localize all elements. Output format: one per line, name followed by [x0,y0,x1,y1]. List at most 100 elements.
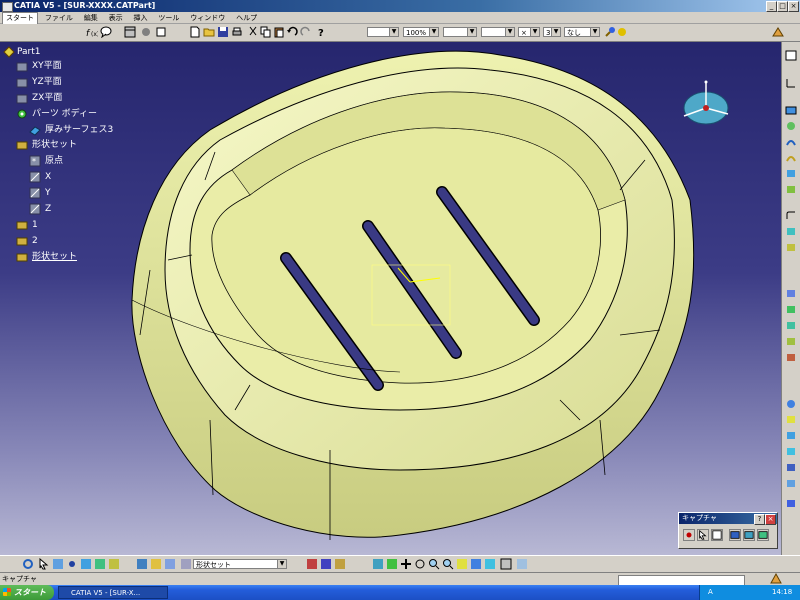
refresh-icon[interactable] [22,558,34,570]
pad-icon[interactable] [785,104,797,115]
capture-graph-button[interactable] [757,529,769,541]
boolean-icon[interactable] [785,398,797,409]
groove-icon[interactable] [785,152,797,163]
redo-icon[interactable] [300,26,312,38]
workbench-dropdown[interactable]: 形状セット ▼ [193,559,287,569]
tree-part-body[interactable]: パーツ ボディー [32,108,97,120]
tree-icon[interactable] [52,558,64,570]
cut-icon[interactable] [247,26,259,38]
zoom-dropdown[interactable]: 100% ▼ [403,27,439,37]
tree-part1[interactable]: Part1 [17,46,41,58]
fly-mode-icon[interactable] [372,558,384,570]
mirror-icon[interactable] [785,320,797,331]
capture-options-button[interactable] [711,529,723,541]
geometric-set-icon[interactable] [16,219,28,231]
start-button[interactable]: スタート [0,585,54,600]
rib-icon[interactable] [785,184,797,195]
fit-all-icon[interactable] [386,558,398,570]
save-icon[interactable] [217,26,229,38]
constraint-icon[interactable] [785,478,797,489]
tree-thick-surface[interactable]: 厚みサーフェス3 [45,124,113,136]
minimize-button[interactable]: _ [766,1,777,12]
shading-icon[interactable] [500,558,512,570]
tree-zx-plane[interactable]: ZX平面 [32,92,62,104]
menu-file[interactable]: ファイル [41,13,77,24]
plane-icon[interactable] [16,61,28,73]
split-icon[interactable] [785,414,797,425]
geometric-set-tool-icon[interactable] [136,558,148,570]
new-file-icon[interactable] [189,26,201,38]
tree-y-axis[interactable]: Y [45,187,51,199]
menu-view[interactable]: 表示 [105,13,127,24]
line-icon[interactable] [29,171,41,183]
maximize-button[interactable]: □ [777,1,788,12]
workobject-icon[interactable] [180,558,192,570]
color-dropdown[interactable]: ▼ [367,27,399,37]
hide-icon[interactable] [306,558,318,570]
thickness-icon[interactable] [785,304,797,315]
axis-icon[interactable] [785,78,797,89]
geometric-set-icon[interactable] [16,251,28,263]
shaft-icon[interactable] [785,136,797,147]
tree-origin[interactable]: 原点 [45,155,63,167]
swap-visible-space-icon[interactable] [334,558,346,570]
multi-view-icon[interactable] [470,558,482,570]
tree-z-axis[interactable]: Z [45,203,51,215]
paint-brush-icon[interactable] [604,26,616,38]
draft-icon[interactable] [785,242,797,253]
formula-icon[interactable]: f(x) [86,26,98,38]
menu-tools[interactable]: ツール [154,13,183,24]
tree-yz-plane[interactable]: YZ平面 [32,76,62,88]
linestyle-dropdown[interactable]: ▼ [481,27,515,37]
part-icon[interactable] [3,46,15,58]
annotation-icon[interactable] [785,498,797,509]
layer-tool-icon[interactable] [164,558,176,570]
pocket-icon[interactable] [785,120,797,131]
close-button[interactable]: × [788,1,799,12]
paste-icon[interactable] [273,26,285,38]
sketch-icon[interactable] [155,26,167,38]
taskbar-catia-item[interactable]: CATIA V5 - [SUR-X... [58,586,168,599]
print-icon[interactable] [231,26,243,38]
copy-icon[interactable] [260,26,272,38]
fillet-icon[interactable] [785,210,797,221]
shell-icon[interactable] [785,288,797,299]
point-style-dropdown[interactable]: × ▼ [518,27,540,37]
geometric-set-icon[interactable] [16,235,28,247]
capture-help-button[interactable]: ? [754,514,765,525]
plane-icon[interactable] [16,93,28,105]
capture-screen-button[interactable] [729,529,741,541]
linetype-dropdown[interactable]: 3 ▼ [543,27,561,37]
tree-geometric-set[interactable]: 形状セット [32,139,77,151]
select-capture-button[interactable] [697,529,709,541]
close-surface-icon[interactable] [785,446,797,457]
rotate-icon[interactable] [414,558,426,570]
normal-view-icon[interactable] [456,558,468,570]
geometric-set-icon[interactable] [16,139,28,151]
tree-set-2[interactable]: 2 [32,235,38,247]
measure-icon[interactable] [140,26,152,38]
line-tool-icon[interactable] [80,558,92,570]
layer-dropdown[interactable]: なし ▼ [564,27,600,37]
point-icon[interactable] [66,558,78,570]
comment-icon[interactable] [100,26,112,38]
gear-icon[interactable] [16,108,28,120]
origin-point-icon[interactable]: * [29,155,41,167]
capture-album-button[interactable] [743,529,755,541]
menu-insert[interactable]: 挿入 [130,13,152,24]
workbench-icon[interactable] [772,26,784,38]
tree-geometric-set-2[interactable]: 形状セット [32,251,77,263]
capture-close-button[interactable]: × [765,514,776,525]
menu-window[interactable]: ウィンドウ [186,13,229,24]
iso-view-icon[interactable] [484,558,496,570]
sketcher-icon[interactable] [785,50,797,61]
linewidth-dropdown[interactable]: ▼ [443,27,477,37]
hole-icon[interactable] [785,168,797,179]
whats-this-icon[interactable]: ? [316,26,328,38]
line-icon[interactable] [29,187,41,199]
ime-icon[interactable]: A [708,585,713,600]
pattern-icon[interactable] [785,336,797,347]
thick-surface-icon[interactable] [29,124,41,136]
thick-surface-icon[interactable] [785,430,797,441]
properties-icon[interactable] [616,26,628,38]
